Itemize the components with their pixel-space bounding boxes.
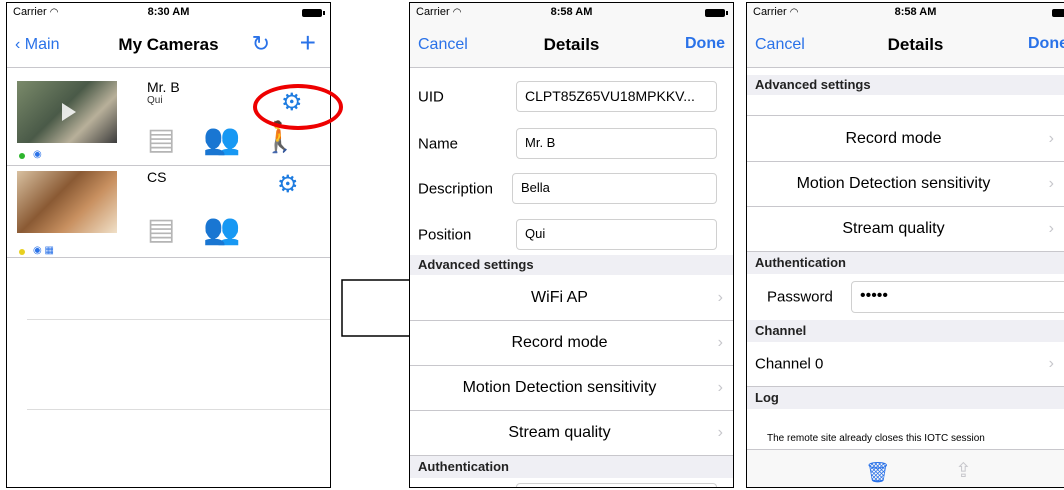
status-bar: Carrier ◠ 8:58 AM [747, 3, 1064, 23]
password-label: Password [767, 288, 833, 306]
camera-thumbnail[interactable] [17, 81, 117, 143]
authentication-header: Authentication [410, 456, 733, 478]
chevron-right-icon: › [1048, 220, 1054, 237]
channel-label: Channel 0 [755, 355, 824, 373]
name-field[interactable]: Mr. B [516, 128, 717, 159]
chevron-right-icon: › [1048, 129, 1054, 147]
navbar: Cancel Details Done [747, 23, 1064, 68]
screen-details-scrolled: Carrier ◠ 8:58 AM Cancel Details Done Ad… [746, 2, 1064, 488]
status-dot [19, 249, 25, 255]
record-mode-row[interactable]: Record mode › [410, 321, 733, 366]
uid-field[interactable]: CLPT85Z65VU18MPKKV... [516, 81, 717, 112]
record-mode-row[interactable]: Record mode › [747, 116, 1064, 162]
log-header: Log [747, 387, 1064, 409]
navbar: ‹ Main My Cameras ↻ + [7, 23, 330, 68]
status-time: 8:58 AM [550, 6, 593, 18]
uid-row: UID CLPT85Z65VU18MPKKV... [410, 74, 733, 119]
done-button[interactable]: Done [685, 35, 725, 53]
chevron-right-icon: › [717, 288, 723, 306]
advanced-settings-header: Advanced settings [747, 75, 1064, 95]
screen-my-cameras: Carrier ◠ 8:30 AM ‹ Main My Cameras ↻ + … [6, 2, 331, 488]
record-mode-label: Record mode [511, 334, 608, 351]
share-icon: ⇪ [955, 460, 972, 482]
screen-details: Carrier ◠ 8:58 AM Cancel Details Done UI… [409, 2, 734, 488]
page-title: Details [887, 35, 944, 54]
battery-icon [1052, 9, 1064, 17]
divider [27, 409, 330, 410]
name-label: Name [418, 135, 459, 152]
chevron-right-icon: › [717, 379, 723, 396]
status-bar: Carrier ◠ 8:30 AM [7, 3, 330, 23]
description-label: Description [418, 180, 494, 197]
done-button[interactable]: Done [1028, 35, 1064, 53]
audio-icon: ◉ ▦ [33, 245, 54, 256]
divider [27, 319, 330, 320]
bottom-toolbar: 🗑 ⇪ [747, 449, 1064, 487]
authentication-header: Authentication [747, 252, 1064, 274]
film-icon[interactable]: ▤ [147, 125, 175, 155]
camera-name: Mr. B [147, 79, 180, 95]
log-text: The remote site already closes this IOTC… [767, 433, 985, 444]
wifi-ap-row-partial[interactable] [747, 95, 1064, 116]
position-field[interactable]: Qui [516, 219, 717, 250]
password-field[interactable]: ••••• [851, 281, 1064, 313]
gear-icon[interactable]: ⚙ [277, 173, 299, 197]
stream-quality-row[interactable]: Stream quality › [410, 411, 733, 456]
chevron-right-icon: › [1048, 175, 1054, 192]
motion-detection-row[interactable]: Motion Detection sensitivity › [410, 366, 733, 411]
stream-quality-row[interactable]: Stream quality › [747, 207, 1064, 252]
motion-detection-label: Motion Detection sensitivity [796, 175, 991, 192]
highlight-circle [253, 84, 343, 130]
description-field[interactable]: Bella [512, 173, 717, 204]
name-row: Name Mr. B [410, 121, 733, 166]
camera-name: CS [147, 169, 167, 185]
chevron-right-icon: › [717, 424, 723, 441]
chevron-right-icon: › [717, 334, 723, 351]
users-icon[interactable]: 👥 [203, 215, 240, 245]
wifi-ap-label: WiFi AP [531, 288, 588, 306]
battery-icon [705, 9, 728, 17]
refresh-icon[interactable]: ↻ [252, 31, 270, 57]
users-icon[interactable]: 👥 [203, 125, 240, 155]
audio-icon: ◉ [33, 149, 42, 160]
status-time: 8:58 AM [894, 6, 937, 18]
position-label: Position [418, 226, 472, 243]
play-icon [62, 103, 76, 121]
camera-thumbnail[interactable] [17, 171, 117, 233]
status-bar: Carrier ◠ 8:58 AM [410, 3, 733, 23]
status-dot [19, 153, 25, 159]
film-icon[interactable]: ▤ [147, 215, 175, 245]
stream-quality-label: Stream quality [508, 424, 611, 441]
channel-header: Channel [747, 320, 1064, 342]
advanced-settings-header: Advanced settings [410, 255, 733, 275]
password-field-partial[interactable] [516, 483, 717, 487]
trash-icon[interactable]: 🗑 [865, 460, 890, 485]
camera-sub: Qui [147, 95, 163, 106]
stream-quality-label: Stream quality [842, 220, 945, 237]
navbar: Cancel Details Done [410, 23, 733, 68]
chevron-right-icon: › [1048, 355, 1054, 372]
uid-label: UID [418, 88, 444, 105]
page-title: My Cameras [118, 35, 219, 54]
plus-icon[interactable]: + [300, 27, 316, 59]
description-row: Description Bella [410, 166, 733, 211]
motion-detection-label: Motion Detection sensitivity [462, 379, 657, 396]
status-time: 8:30 AM [147, 6, 190, 18]
record-mode-label: Record mode [845, 129, 942, 147]
camera-row[interactable]: CS ⚙ ▤ 👥 ◉ ▦ [7, 165, 330, 258]
battery-icon [302, 9, 325, 17]
channel-row[interactable]: Channel 0 › [747, 342, 1064, 387]
motion-detection-row[interactable]: Motion Detection sensitivity › [747, 162, 1064, 207]
password-row: Password ••••• [747, 274, 1064, 320]
position-row: Position Qui [410, 212, 733, 257]
wifi-ap-row[interactable]: WiFi AP › [410, 275, 733, 321]
